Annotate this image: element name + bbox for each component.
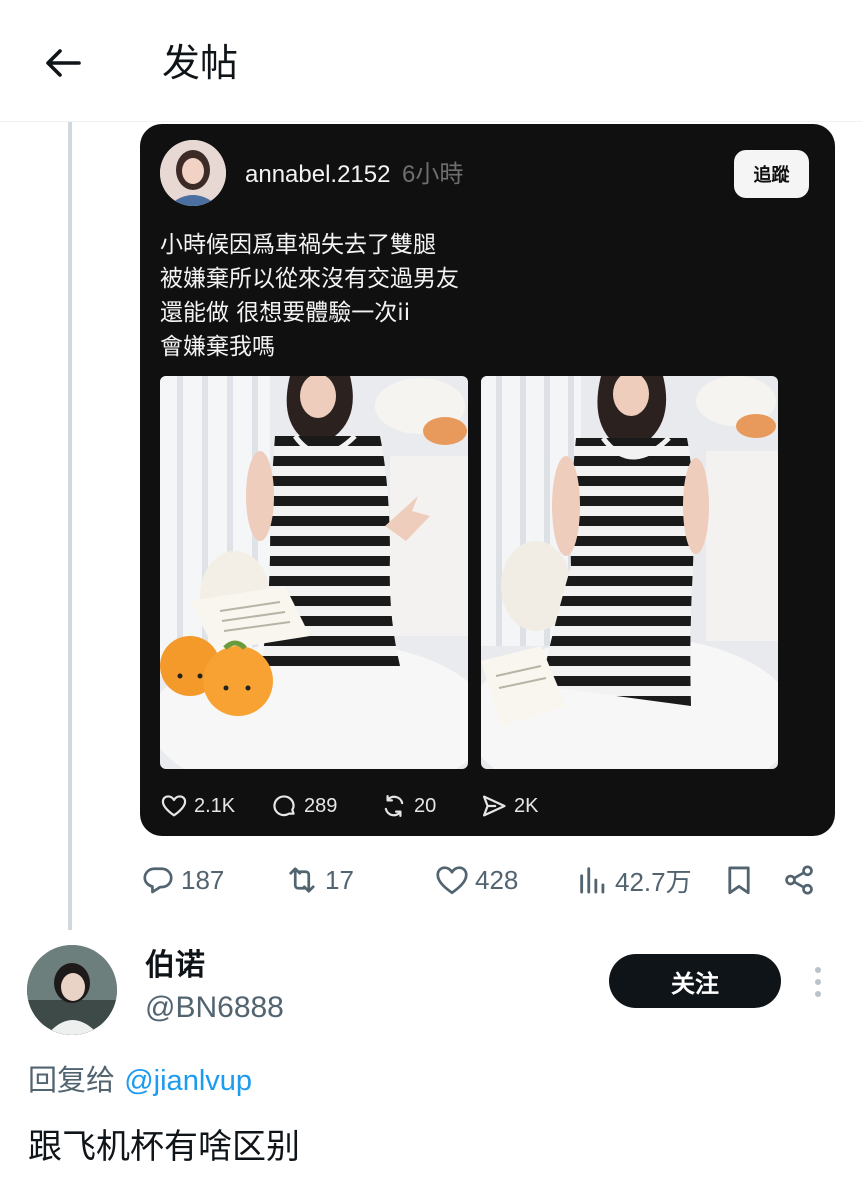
retweet-icon [289,867,315,893]
tweet-actions-bar: 187 17 428 42.7万 [140,856,830,904]
page-title: 发帖 [162,43,239,85]
text-line: 小時候因爲車禍失去了雙腿 [160,232,436,258]
embedded-post-image[interactable]: annabel.2152 6小時 追蹤 小時候因爲車禍失去了雙腿 被嫌棄所以從來… [140,124,835,836]
bookmark-icon [728,866,750,895]
like-action[interactable]: 428 [434,860,518,900]
embedded-comment-count: 289 [304,794,338,817]
reply-avatar[interactable] [27,945,117,1035]
embedded-share-count: 2K [514,794,539,817]
repost-icon [384,794,404,818]
embedded-follow-button[interactable]: 追蹤 [734,150,809,198]
bar-chart-icon [580,867,605,894]
thread-connector-line [68,122,72,930]
heart-icon [436,866,468,895]
embedded-comment-action[interactable]: 289 [270,788,337,824]
follow-button[interactable]: 关注 [609,954,781,1008]
embedded-like-action[interactable]: 2.1K [160,788,235,824]
embedded-post-text: 小時候因爲車禍失去了雙腿 被嫌棄所以從來沒有交過男友 還能做 很想要體驗一次ii… [160,228,800,364]
back-button[interactable] [40,40,86,86]
embedded-like-count: 2.1K [194,794,236,817]
mention-link[interactable]: @jianlvup [124,1065,252,1097]
views-action[interactable]: 42.7万 [576,860,692,900]
reply-text: 跟飞机杯有啥区别 [28,1127,300,1167]
bookmark-button[interactable] [722,860,756,900]
heart-icon [161,795,187,817]
share-button[interactable] [782,860,816,900]
embedded-actions-bar: 2.1K 289 20 2K [160,788,800,824]
post-photo[interactable] [481,376,778,769]
retweet-count: 17 [325,864,354,895]
embedded-repost-action[interactable]: 20 [380,788,436,824]
like-count: 428 [475,864,519,895]
reply-handle[interactable]: @BN6888 [145,988,284,1028]
comment-bubble-icon [273,795,295,817]
reply-display-name[interactable]: 伯诺 [145,946,205,986]
top-app-bar: 发帖 [0,0,862,122]
arrow-left-icon [46,49,81,77]
post-photo[interactable] [160,376,468,769]
reply-to-prefix: 回复给 [28,1063,116,1097]
comment-bubble-icon [143,867,173,894]
share-icon [785,865,813,895]
embedded-username: annabel.2152 [245,161,391,188]
reply-count: 187 [181,864,225,895]
more-vertical-icon [815,967,821,997]
text-line: 被嫌棄所以從來沒有交過男友 [160,266,459,292]
embedded-repost-count: 20 [414,794,437,817]
text-line: 會嫌棄我嗎 [160,334,275,360]
retweet-action[interactable]: 17 [284,860,354,900]
embedded-share-action[interactable]: 2K [480,788,538,824]
avatar [160,140,226,206]
embedded-timestamp: 6小時 [402,161,464,188]
reply-action[interactable]: 187 [140,860,224,900]
reply-to-line: 回复给 @jianlvup [28,1060,252,1101]
text-line: 還能做 很想要體驗一次ii [160,300,411,326]
more-options-button[interactable] [806,964,830,1000]
view-count: 42.7万 [615,866,692,897]
send-icon [482,795,506,817]
